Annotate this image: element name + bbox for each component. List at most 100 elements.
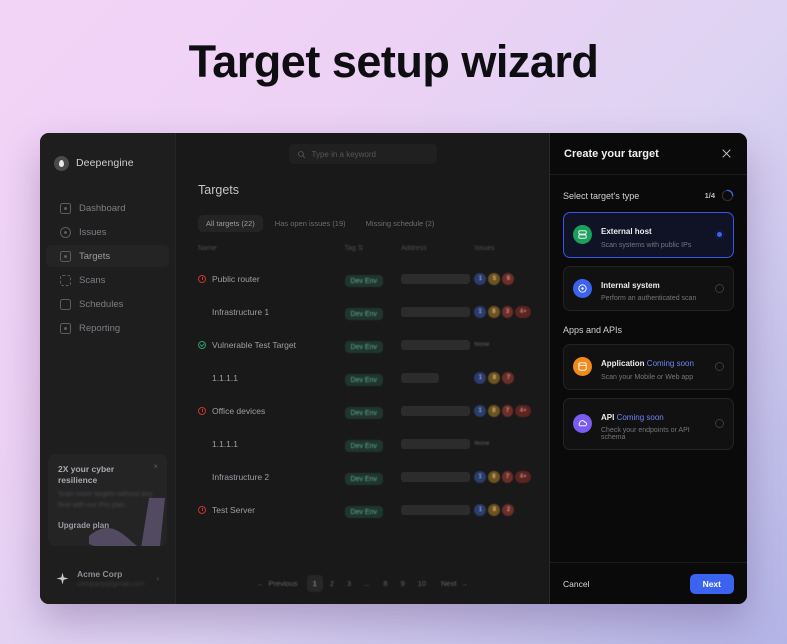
table-row[interactable]: 1.1.1.1 Dev Env 1 8 7	[198, 361, 531, 394]
server-icon	[573, 225, 592, 245]
sidebar-item-label: Targets	[79, 250, 111, 262]
pagination-next-label: Next	[441, 579, 457, 588]
target-type-internal-system[interactable]: Internal system Perform an authenticated…	[563, 265, 734, 311]
brand-name: Deepengine	[76, 157, 134, 169]
tag-badge: Dev Env	[344, 341, 383, 353]
radio-api[interactable]	[715, 419, 724, 429]
close-icon[interactable]: ×	[153, 462, 158, 471]
issues-badges: 1 8 3 4+	[474, 305, 532, 318]
table-row[interactable]: Infrastructure 2 Dev Env 1 8 7 4+	[198, 460, 532, 493]
pagination-page[interactable]: 8	[377, 575, 393, 592]
address-value	[401, 273, 470, 284]
arrow-left-icon: ←	[256, 579, 265, 588]
column-header-address[interactable]: Address	[401, 244, 474, 262]
tab-has-open-issues[interactable]: Has open issues (19)	[267, 215, 354, 232]
radio-internal-system[interactable]	[715, 283, 724, 293]
issue-count-badge: 1	[474, 272, 487, 285]
column-header-name[interactable]: Name	[198, 244, 345, 262]
pagination-page[interactable]: 9	[395, 575, 411, 592]
sidebar-item-schedules[interactable]: Schedules	[46, 293, 169, 315]
pagination-page[interactable]: 2	[324, 575, 340, 592]
sidebar-item-label: Issues	[79, 226, 107, 238]
target-name: Infrastructure 2	[212, 471, 270, 482]
calendar-icon	[60, 298, 71, 310]
issues-badges: 182	[474, 503, 531, 516]
target-name: Public router	[212, 273, 260, 284]
tag-badge: Dev Env	[344, 440, 383, 452]
issue-count-badge: 5	[488, 272, 501, 285]
option-title: Internal system	[601, 280, 660, 290]
org-email: company@gmail.com	[77, 580, 145, 588]
table-row[interactable]: Test Server Dev Env 1 8 2	[198, 493, 531, 526]
pagination-page[interactable]: 10	[412, 575, 432, 592]
sidebar-item-scans[interactable]: Scans	[46, 269, 169, 291]
drawer-body: Select target's type 1/4 External host S…	[550, 175, 747, 562]
sidebar: Deepengine Dashboard Issues Targets Scan…	[40, 133, 176, 604]
column-header-tag[interactable]: Tag ⇅	[345, 244, 402, 262]
target-type-api[interactable]: API Coming soon Check your endpoints or …	[563, 397, 734, 450]
issues-badges: None	[474, 342, 531, 348]
org-name: Acme Corp	[77, 568, 123, 579]
target-type-external-host[interactable]: External host Scan systems with public I…	[563, 212, 734, 258]
pagination-page[interactable]: 1	[306, 575, 323, 592]
org-switcher[interactable]: Acme Corp company@gmail.com ›	[48, 560, 167, 596]
cancel-button[interactable]: Cancel	[563, 579, 589, 589]
table-row[interactable]: Vulnerable Test Target Dev Env None	[198, 328, 531, 361]
tab-missing-schedule[interactable]: Missing schedule (2)	[358, 215, 443, 232]
option-subtitle: Scan your Mobile or Web app	[601, 373, 694, 381]
sidebar-item-dashboard[interactable]: Dashboard	[46, 197, 169, 219]
column-header-issues[interactable]: Issues	[474, 244, 531, 262]
tab-all-targets[interactable]: All targets (22)	[198, 215, 263, 232]
table-row[interactable]: Public router Dev Env 1 5 6	[198, 262, 531, 295]
issues-badges: 156	[474, 272, 531, 285]
option-title: Application Coming soon	[601, 359, 694, 368]
sidebar-item-issues[interactable]: Issues	[46, 221, 169, 243]
upgrade-plan-link[interactable]: Upgrade plan	[58, 521, 109, 530]
search-placeholder: Type in a keyword	[311, 149, 376, 159]
next-button[interactable]: Next	[689, 573, 734, 594]
issue-count-badge: 4+	[515, 470, 532, 483]
pagination-previous[interactable]: ← Previous	[249, 575, 306, 592]
tag-badge: Dev Env	[344, 374, 383, 386]
radio-application[interactable]	[715, 362, 724, 372]
target-icon	[60, 250, 71, 262]
sidebar-item-targets[interactable]: Targets	[46, 245, 169, 267]
issues-badges: None	[474, 441, 531, 447]
address-value	[401, 339, 470, 350]
filter-tabs: All targets (22) Has open issues (19) Mi…	[198, 215, 531, 232]
progress-ring-icon	[721, 189, 734, 202]
drawer-header: Create your target	[550, 133, 747, 175]
sort-icon[interactable]: ⇅	[358, 245, 364, 252]
pagination-next[interactable]: Next →	[433, 575, 476, 592]
option-subtitle: Perform an authenticated scan	[601, 295, 697, 302]
promo-subtitle: Scan more targets without any limit with…	[58, 491, 153, 509]
radio-external-host[interactable]	[715, 230, 724, 240]
status-icon	[198, 505, 206, 514]
logo-icon	[54, 155, 69, 171]
issue-count-badge: 1	[474, 371, 487, 384]
step-indicator: 1/4	[705, 189, 734, 202]
issue-count-badge: 8	[488, 371, 501, 384]
sidebar-item-reporting[interactable]: Reporting	[46, 317, 169, 339]
select-type-label: Select target's type	[563, 190, 640, 201]
table-row[interactable]: 1.1.1.1 Dev Env None	[198, 427, 531, 460]
table-row[interactable]: Office devices Dev Env 1 8 7 4+	[198, 394, 532, 427]
upgrade-promo-card[interactable]: × 2X your cyber resilience Scan more tar…	[48, 454, 167, 546]
main-content: Type in a keyword Targets All targets (2…	[176, 133, 549, 604]
cloud-icon	[573, 414, 592, 434]
issue-count-badge: 7	[502, 371, 515, 384]
pagination-pages: 1 2 3... 8 9 10	[306, 575, 432, 592]
target-type-application[interactable]: Application Coming soon Scan your Mobile…	[563, 344, 734, 390]
search-input[interactable]: Type in a keyword	[288, 144, 437, 164]
pagination-page[interactable]: 3	[341, 575, 357, 592]
table-row[interactable]: Infrastructure 1 Dev Env 1 8 3 4+	[198, 295, 532, 328]
targets-table: Name Tag ⇅ Address Issues Public router D…	[198, 244, 532, 526]
issue-count-badge: 4+	[515, 404, 532, 417]
apps-apis-group-title: Apps and APIs	[563, 325, 623, 335]
sidebar-item-label: Scans	[79, 274, 106, 286]
close-icon[interactable]	[720, 147, 733, 160]
pagination-ellipsis: ...	[364, 579, 371, 588]
target-name: 1.1.1.1	[212, 372, 238, 383]
drawer-title: Create your target	[564, 147, 659, 160]
issue-count-badge: 1	[474, 470, 487, 483]
